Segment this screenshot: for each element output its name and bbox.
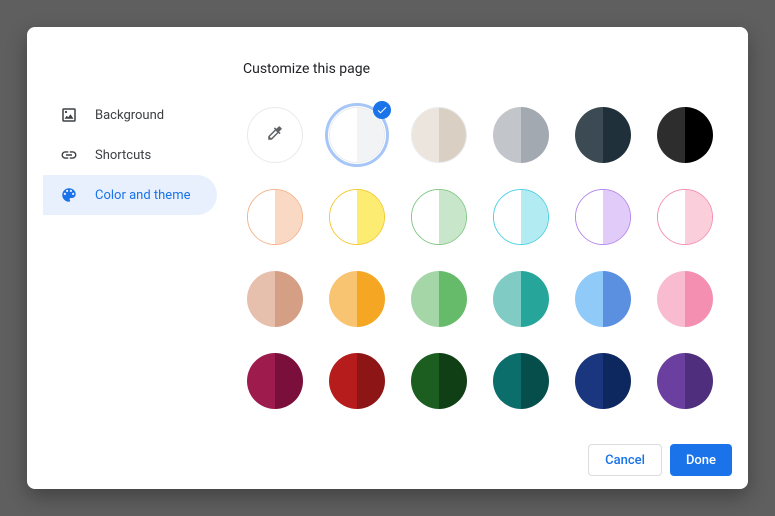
sidebar-item-shortcuts[interactable]: Shortcuts — [43, 135, 217, 175]
done-button[interactable]: Done — [670, 444, 732, 476]
page-title: Customize this page — [243, 61, 748, 77]
color-swatch[interactable] — [407, 103, 471, 167]
color-swatch[interactable] — [243, 185, 307, 249]
color-swatch[interactable] — [407, 349, 471, 413]
check-icon — [373, 101, 391, 119]
color-swatch[interactable] — [653, 267, 717, 331]
color-swatch[interactable] — [325, 103, 389, 167]
color-swatch[interactable] — [489, 349, 553, 413]
color-swatch[interactable] — [653, 103, 717, 167]
color-swatch[interactable] — [571, 267, 635, 331]
color-swatch[interactable] — [325, 349, 389, 413]
eyedropper-icon — [266, 124, 284, 146]
customize-dialog: Background Shortcuts Color and theme Custo… — [27, 27, 748, 489]
image-icon — [59, 105, 79, 125]
sidebar-item-label: Shortcuts — [95, 148, 151, 163]
color-swatch[interactable] — [489, 103, 553, 167]
color-swatch[interactable] — [407, 267, 471, 331]
color-swatch[interactable] — [653, 185, 717, 249]
color-swatch-grid — [243, 103, 748, 413]
palette-icon — [59, 185, 79, 205]
color-swatch[interactable] — [571, 185, 635, 249]
dialog-footer: Cancel Done — [27, 431, 748, 489]
color-swatch[interactable] — [489, 185, 553, 249]
cancel-button[interactable]: Cancel — [588, 444, 662, 476]
color-swatch[interactable] — [325, 267, 389, 331]
color-swatch[interactable] — [571, 349, 635, 413]
sidebar-item-background[interactable]: Background — [43, 95, 217, 135]
sidebar-item-color-and-theme[interactable]: Color and theme — [43, 175, 217, 215]
color-swatch[interactable] — [243, 267, 307, 331]
color-swatch[interactable] — [653, 349, 717, 413]
link-icon — [59, 145, 79, 165]
sidebar-item-label: Background — [95, 108, 164, 123]
sidebar-item-label: Color and theme — [95, 188, 191, 203]
color-swatch[interactable] — [489, 267, 553, 331]
color-picker-swatch[interactable] — [243, 103, 307, 167]
dialog-body: Background Shortcuts Color and theme Custo… — [27, 27, 748, 431]
sidebar: Background Shortcuts Color and theme — [27, 27, 227, 431]
color-swatch[interactable] — [571, 103, 635, 167]
color-swatch[interactable] — [243, 349, 307, 413]
content-pane: Customize this page — [227, 27, 748, 431]
color-swatch[interactable] — [407, 185, 471, 249]
color-swatch[interactable] — [325, 185, 389, 249]
